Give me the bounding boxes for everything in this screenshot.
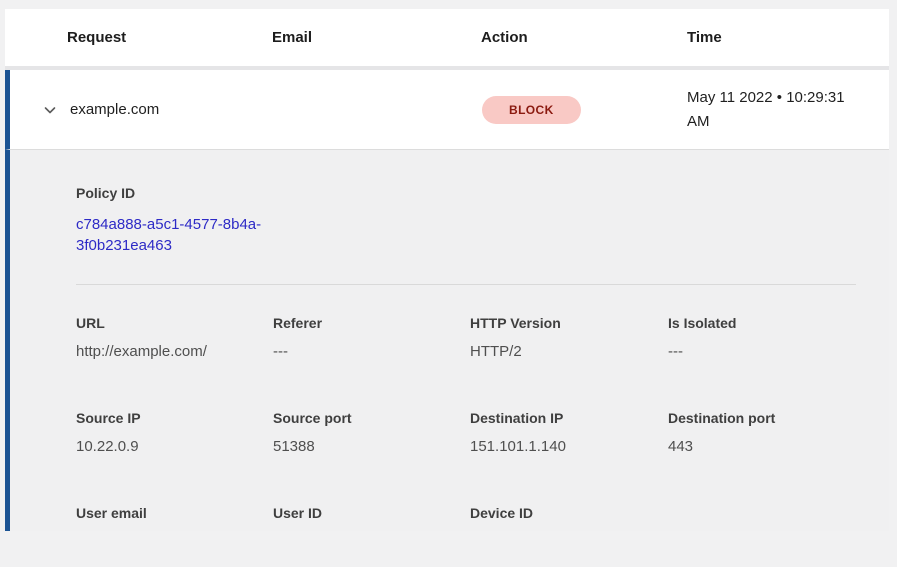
field-referer: Referer --- bbox=[273, 315, 470, 360]
field-value: 51388 bbox=[273, 438, 470, 455]
section-divider bbox=[76, 284, 856, 285]
field-label: Referer bbox=[273, 315, 470, 331]
field-value: 443 bbox=[668, 438, 856, 455]
field-label: Source IP bbox=[76, 410, 273, 426]
detail-row-user: User email --- User ID --- Device ID --- bbox=[76, 505, 856, 531]
column-header-time: Time bbox=[687, 29, 889, 46]
field-label: Destination IP bbox=[470, 410, 668, 426]
field-value: 151.101.1.140 bbox=[470, 438, 668, 455]
field-label: URL bbox=[76, 315, 273, 331]
field-value: 10.22.0.9 bbox=[76, 438, 273, 455]
policy-id-link[interactable]: c784a888-a5c1-4577-8b4a-3f0b231ea463 bbox=[76, 214, 281, 256]
field-label: Device ID bbox=[470, 505, 668, 521]
field-destination-ip: Destination IP 151.101.1.140 bbox=[470, 410, 668, 455]
request-cell: example.com bbox=[70, 101, 267, 118]
field-label: Destination port bbox=[668, 410, 856, 426]
field-label: User email bbox=[76, 505, 273, 521]
field-label: User ID bbox=[273, 505, 470, 521]
field-device-id: Device ID --- bbox=[470, 505, 668, 531]
logs-table: Request Email Action Time example.com BL… bbox=[5, 9, 889, 531]
field-url: URL http://example.com/ bbox=[76, 315, 273, 360]
field-source-ip: Source IP 10.22.0.9 bbox=[76, 410, 273, 455]
field-user-id: User ID --- bbox=[273, 505, 470, 531]
field-value: http://example.com/ bbox=[76, 343, 273, 360]
column-header-request: Request bbox=[67, 29, 272, 46]
block-action-badge: BLOCK bbox=[482, 96, 581, 124]
time-cell: May 11 2022 • 10:29:31 AM bbox=[682, 86, 867, 134]
column-header-action: Action bbox=[481, 29, 687, 46]
field-value: --- bbox=[668, 343, 856, 360]
field-source-port: Source port 51388 bbox=[273, 410, 470, 455]
field-value: HTTP/2 bbox=[470, 343, 668, 360]
policy-id-label: Policy ID bbox=[76, 185, 856, 201]
field-value: --- bbox=[273, 343, 470, 360]
detail-row-network: Source IP 10.22.0.9 Source port 51388 De… bbox=[76, 410, 856, 455]
detail-row-http: URL http://example.com/ Referer --- HTTP… bbox=[76, 315, 856, 360]
action-cell: BLOCK bbox=[476, 96, 682, 124]
expanded-row-details: Policy ID c784a888-a5c1-4577-8b4a-3f0b23… bbox=[5, 150, 889, 531]
chevron-down-icon[interactable] bbox=[42, 102, 70, 118]
field-is-isolated: Is Isolated --- bbox=[668, 315, 856, 360]
table-row-expanded[interactable]: example.com BLOCK May 11 2022 • 10:29:31… bbox=[5, 70, 889, 150]
field-user-email: User email --- bbox=[76, 505, 273, 531]
field-label: Source port bbox=[273, 410, 470, 426]
field-destination-port: Destination port 443 bbox=[668, 410, 856, 455]
field-label: HTTP Version bbox=[470, 315, 668, 331]
field-empty bbox=[668, 505, 856, 531]
column-header-email: Email bbox=[272, 29, 481, 46]
table-header-row: Request Email Action Time bbox=[5, 9, 889, 66]
field-http-version: HTTP Version HTTP/2 bbox=[470, 315, 668, 360]
field-label: Is Isolated bbox=[668, 315, 856, 331]
